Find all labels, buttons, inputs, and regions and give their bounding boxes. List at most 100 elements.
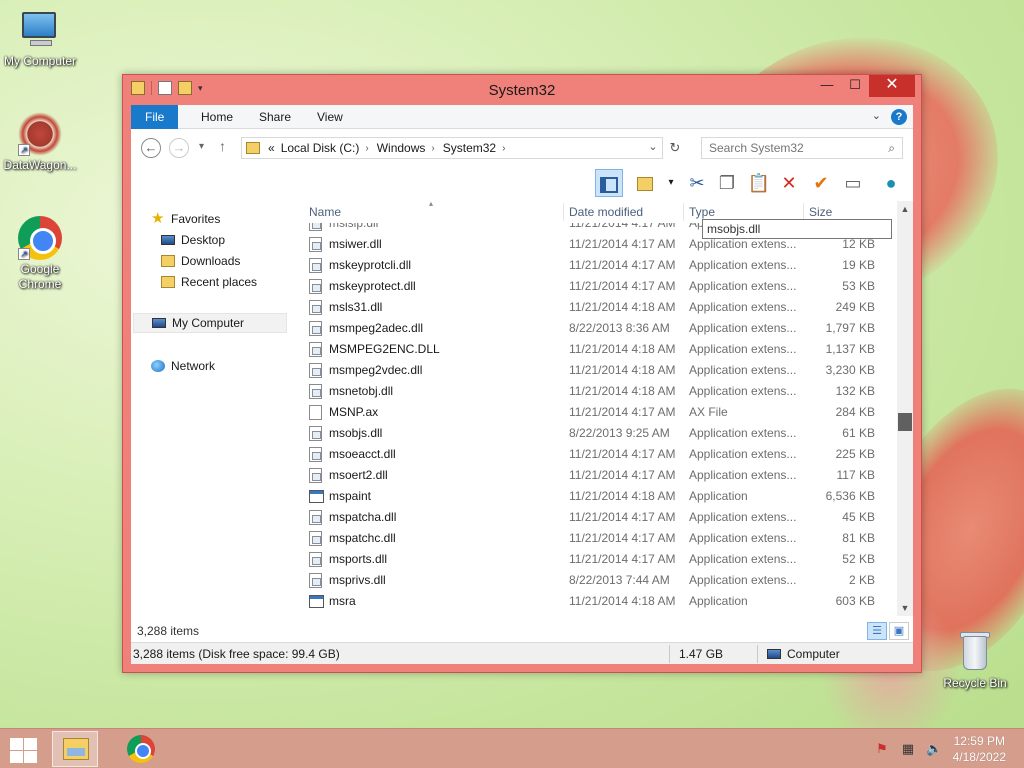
file-type: Application extens... <box>689 573 797 587</box>
taskbar-chrome[interactable] <box>118 731 164 767</box>
navigation-pane: ★ Favorites Desktop Downloads Recent plac… <box>131 201 295 618</box>
file-name: mspaint <box>329 489 372 503</box>
delete-icon[interactable]: ✕ <box>775 169 803 197</box>
dll-file-icon <box>309 573 322 588</box>
file-size: 19 KB <box>842 258 875 272</box>
folder-icon <box>246 142 260 154</box>
rename-icon[interactable]: ▭ <box>839 169 867 197</box>
network-status-icon[interactable]: ▦ <box>900 741 916 757</box>
refresh-button[interactable]: ↻ <box>665 137 685 159</box>
file-row[interactable]: msprivs.dll 8/22/2013 7:44 AM Application … <box>303 570 899 591</box>
title-bar[interactable]: ▾ System32 — ☐ ✕ <box>123 75 921 105</box>
address-overflow[interactable]: « <box>268 141 275 155</box>
address-dropdown-button[interactable]: ⌄ <box>641 137 665 159</box>
paste-icon[interactable]: 📋 <box>745 169 773 197</box>
file-row[interactable]: MSMPEG2ENC.DLL 11/21/2014 4:18 AM Applicat… <box>303 339 899 360</box>
column-header-date[interactable]: Date modified <box>569 201 643 223</box>
nav-desktop[interactable]: Desktop <box>161 230 225 250</box>
dll-file-icon <box>309 223 322 231</box>
file-row[interactable]: mspatcha.dll 11/21/2014 4:17 AM Applicatio… <box>303 507 899 528</box>
large-icons-view-button[interactable]: ▣ <box>889 622 909 640</box>
file-row[interactable]: msoert2.dll 11/21/2014 4:17 AM Application… <box>303 465 899 486</box>
file-size: 284 KB <box>835 405 875 419</box>
internet-globe-icon[interactable]: ● <box>877 169 905 197</box>
copy-icon[interactable]: ❐ <box>713 169 741 197</box>
explorer-window[interactable]: ▾ System32 — ☐ ✕ File Home Share View ⌄ … <box>122 74 922 673</box>
tab-home[interactable]: Home <box>187 105 247 129</box>
breadcrumb-local-disk[interactable]: Local Disk (C:) <box>281 141 360 155</box>
dll-file-icon <box>309 321 322 336</box>
file-size: 1,797 KB <box>825 321 875 335</box>
scroll-up-button[interactable]: ▲ <box>897 201 913 217</box>
scroll-down-button[interactable]: ▼ <box>897 600 913 616</box>
nav-favorites[interactable]: ★ Favorites <box>151 209 220 229</box>
desktop-icon-my-computer[interactable]: My Computer <box>0 8 80 68</box>
recent-locations-button[interactable]: ▾ <box>199 141 204 152</box>
tab-view[interactable]: View <box>303 105 357 129</box>
scrollbar-thumb[interactable] <box>898 413 912 431</box>
windows-logo-icon <box>10 738 23 750</box>
file-row[interactable]: mspaint 11/21/2014 4:18 AM Application 6,53… <box>303 486 899 507</box>
close-button[interactable]: ✕ <box>869 75 915 97</box>
search-input[interactable] <box>702 138 878 158</box>
file-row[interactable]: msls31.dll 11/21/2014 4:18 AM Application … <box>303 297 899 318</box>
file-row[interactable]: msobjs.dll 8/22/2013 9:25 AM Application e… <box>303 423 899 444</box>
nav-network[interactable]: Network <box>151 356 215 376</box>
file-type: Application extens... <box>689 447 797 461</box>
ribbon-tabs: File Home Share View ⌄ ? <box>131 105 913 129</box>
action-center-flag-icon[interactable]: ⚑ <box>874 741 890 757</box>
file-row[interactable]: msports.dll 11/21/2014 4:17 AM Application… <box>303 549 899 570</box>
breadcrumb-separator[interactable]: › <box>431 143 434 154</box>
forward-button[interactable]: → <box>169 138 189 158</box>
folder-options-icon[interactable] <box>631 169 659 197</box>
file-date: 8/22/2013 7:44 AM <box>569 573 670 587</box>
tab-share[interactable]: Share <box>245 105 305 129</box>
column-header-name[interactable]: Name <box>309 201 341 223</box>
clock[interactable]: 12:59 PM 4/18/2022 <box>953 733 1006 765</box>
tab-file[interactable]: File <box>131 105 179 129</box>
breadcrumb-windows[interactable]: Windows <box>377 141 426 155</box>
start-button[interactable] <box>8 737 38 763</box>
search-icon[interactable]: ⌕ <box>888 141 895 156</box>
select-check-icon[interactable]: ✔ <box>807 169 835 197</box>
nav-recent-places[interactable]: Recent places <box>161 272 257 292</box>
back-button[interactable]: ← <box>141 138 161 158</box>
desktop-icon-datawagon[interactable]: ↗ DataWagon... <box>0 112 80 172</box>
maximize-button[interactable]: ☐ <box>841 75 869 97</box>
volume-muted-icon[interactable]: 🔈 <box>926 741 942 757</box>
file-row[interactable]: mskeyprotect.dll 11/21/2014 4:17 AM Applic… <box>303 276 899 297</box>
nav-my-computer[interactable]: My Computer <box>133 313 287 333</box>
file-row[interactable]: msnetobj.dll 11/21/2014 4:18 AM Applicatio… <box>303 381 899 402</box>
file-row[interactable]: mspatchc.dll 11/21/2014 4:17 AM Applicatio… <box>303 528 899 549</box>
taskbar-file-explorer[interactable] <box>52 731 98 767</box>
file-size: 53 KB <box>842 279 875 293</box>
file-row[interactable]: msoeacct.dll 11/21/2014 4:17 AM Applicatio… <box>303 444 899 465</box>
folder-options-dropdown-icon[interactable]: ▾ <box>657 169 685 197</box>
taskbar: ⚑ ▦ 🔈 12:59 PM 4/18/2022 <box>0 728 1024 768</box>
search-box[interactable]: ⌕ <box>701 137 903 159</box>
vertical-scrollbar[interactable]: ▲ ▼ <box>897 201 913 616</box>
minimize-button[interactable]: — <box>813 75 841 97</box>
file-type: Application extens... <box>689 468 797 482</box>
file-row[interactable]: msmpeg2adec.dll 8/22/2013 8:36 AM Applicat… <box>303 318 899 339</box>
breadcrumb-system32[interactable]: System32 <box>443 141 496 155</box>
address-bar[interactable]: « Local Disk (C:) › Windows › System32 › <box>241 137 663 159</box>
breadcrumb-separator[interactable]: › <box>502 143 505 154</box>
desktop-icon-recycle-bin[interactable]: Recycle Bin <box>935 630 1015 690</box>
file-row[interactable]: msmpeg2vdec.dll 11/21/2014 4:18 AM Applica… <box>303 360 899 381</box>
file-size: 1,137 KB <box>825 342 875 356</box>
file-type: Application extens... <box>689 258 797 272</box>
breadcrumb-separator[interactable]: › <box>365 143 368 154</box>
expand-ribbon-button[interactable]: ⌄ <box>872 109 881 125</box>
up-button[interactable]: ↑ <box>219 138 226 154</box>
help-button[interactable]: ? <box>891 109 907 125</box>
nav-downloads[interactable]: Downloads <box>161 251 240 271</box>
navigation-pane-icon[interactable] <box>595 169 623 197</box>
file-row[interactable]: mskeyprotcli.dll 11/21/2014 4:17 AM Applic… <box>303 255 899 276</box>
cut-icon[interactable]: ✂ <box>683 169 711 197</box>
desktop-icon-chrome[interactable]: ↗ Google Chrome <box>0 216 80 292</box>
details-view-button[interactable]: ☰ <box>867 622 887 640</box>
file-name: msisip.dll <box>329 223 379 230</box>
file-row[interactable]: MSNP.ax 11/21/2014 4:17 AM AX File 284 KB <box>303 402 899 423</box>
file-row[interactable]: msra 11/21/2014 4:18 AM Application 603 KB <box>303 591 899 612</box>
